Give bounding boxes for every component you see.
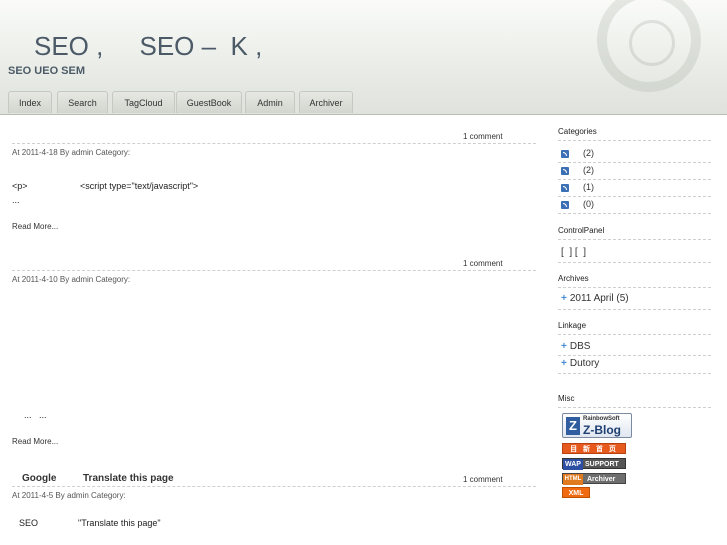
wap-badge-right: SUPPORT bbox=[585, 461, 619, 468]
divider bbox=[558, 309, 711, 310]
zblog-z-icon: Z bbox=[566, 417, 580, 435]
site-subtitle: SEO UEO SEM bbox=[8, 65, 86, 77]
tab-admin[interactable]: Admin bbox=[245, 91, 295, 113]
post3-text-b: "Translate this page" bbox=[78, 518, 161, 528]
post1-meta: At 2011-4-18 By admin Category: bbox=[12, 148, 131, 157]
plus-icon: + bbox=[561, 341, 567, 352]
post2-read-more[interactable]: Read More... bbox=[12, 437, 58, 446]
post3-title-a[interactable]: Google bbox=[22, 473, 56, 484]
misc-heading: Misc bbox=[558, 394, 575, 403]
zblog-badge[interactable]: Z RainbowSoft Z-Blog bbox=[562, 413, 632, 438]
divider bbox=[12, 143, 536, 144]
controlpanel-links[interactable]: [ ] [ ] bbox=[561, 247, 586, 258]
post1-read-more[interactable]: Read More... bbox=[12, 222, 58, 231]
rss-icon[interactable] bbox=[561, 184, 569, 192]
site-header: SEO , SEO – K , SEO UEO SEM Index Search… bbox=[0, 0, 727, 115]
post1-comment-link[interactable]: 1 comment bbox=[463, 132, 503, 141]
rss-icon[interactable] bbox=[561, 201, 569, 209]
plus-icon: + bbox=[561, 293, 567, 304]
divider bbox=[12, 486, 536, 487]
tab-guestbook[interactable]: GuestBook bbox=[176, 91, 242, 113]
wap-badge[interactable]: WAP SUPPORT bbox=[562, 458, 626, 470]
link-item-dutory[interactable]: + Dutory bbox=[561, 358, 599, 369]
tab-search[interactable]: Search bbox=[57, 91, 108, 113]
tab-archiver[interactable]: Archiver bbox=[299, 91, 353, 113]
xml-badge[interactable]: XML bbox=[562, 487, 590, 498]
divider bbox=[558, 196, 711, 197]
post3-title-b[interactable]: Translate this page bbox=[83, 473, 174, 484]
post1-text-b: <script type="text/javascript"> bbox=[80, 181, 199, 191]
zblog-main-text: Z-Blog bbox=[583, 423, 621, 437]
categories-heading: Categories bbox=[558, 127, 597, 136]
tab-index[interactable]: Index bbox=[8, 91, 52, 113]
archiver-badge-left: HTML bbox=[563, 474, 583, 485]
divider bbox=[558, 287, 711, 288]
divider bbox=[558, 355, 711, 356]
divider bbox=[558, 407, 711, 408]
link-item-label: DBS bbox=[569, 341, 591, 352]
post2-ellipsis: ... ... bbox=[24, 410, 47, 420]
divider bbox=[558, 140, 711, 141]
category-count: (1) bbox=[583, 182, 594, 192]
link-item-dbs[interactable]: + DBS bbox=[561, 341, 590, 352]
post1-text-a: <p> bbox=[12, 181, 28, 191]
rss-icon[interactable] bbox=[561, 150, 569, 158]
wap-badge-left: WAP bbox=[563, 459, 583, 470]
tab-tagcloud[interactable]: TagCloud bbox=[112, 91, 175, 113]
category-count: (0) bbox=[583, 199, 594, 209]
rss-icon[interactable] bbox=[561, 167, 569, 175]
post2-meta: At 2011-4-10 By admin Category: bbox=[12, 275, 131, 284]
divider bbox=[12, 270, 536, 271]
archive-item[interactable]: +2011 April (5) bbox=[561, 293, 629, 304]
archives-heading: Archives bbox=[558, 274, 589, 283]
divider bbox=[558, 179, 711, 180]
site-title[interactable]: SEO , SEO – K , bbox=[34, 31, 262, 62]
category-count: (2) bbox=[583, 165, 594, 175]
archiver-badge[interactable]: HTML Archiver bbox=[562, 473, 626, 485]
home-badge[interactable]: 目 新 首 页 bbox=[562, 443, 626, 454]
post3-comment-link[interactable]: 1 comment bbox=[463, 475, 503, 484]
link-item-label: Dutory bbox=[569, 358, 600, 369]
zblog-top-text: RainbowSoft bbox=[583, 416, 620, 422]
category-count: (2) bbox=[583, 148, 594, 158]
divider bbox=[558, 262, 711, 263]
archive-item-label: 2011 April (5) bbox=[569, 293, 629, 304]
post2-comment-link[interactable]: 1 comment bbox=[463, 259, 503, 268]
controlpanel-heading: ControlPanel bbox=[558, 226, 605, 235]
divider bbox=[558, 213, 711, 214]
post3-meta: At 2011-4-5 By admin Category: bbox=[12, 491, 126, 500]
plus-icon: + bbox=[561, 358, 567, 369]
archiver-badge-right: Archiver bbox=[587, 476, 616, 483]
divider bbox=[558, 334, 711, 335]
header-logo-emblem bbox=[597, 0, 701, 92]
divider bbox=[558, 373, 711, 374]
divider bbox=[558, 239, 711, 240]
linkage-heading: Linkage bbox=[558, 321, 587, 330]
post1-ellipsis: ... bbox=[12, 195, 20, 205]
post3-text-a: SEO bbox=[19, 518, 39, 528]
divider bbox=[558, 162, 711, 163]
